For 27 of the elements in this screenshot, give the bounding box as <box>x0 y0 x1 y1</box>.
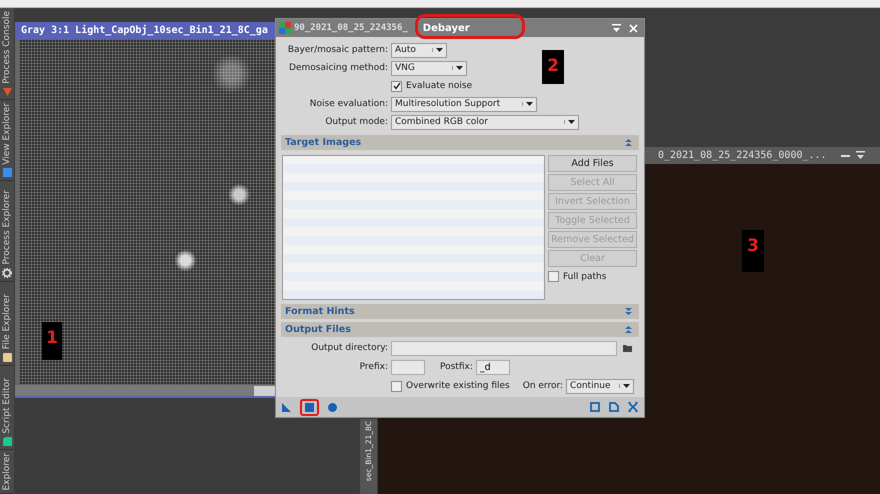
annotation-number: 2 <box>542 50 564 84</box>
annotation-number: 3 <box>742 230 764 272</box>
checkbox-label: Overwrite existing files <box>406 381 510 391</box>
field-label: Output directory: <box>310 343 388 353</box>
field-label: On error: <box>522 381 564 391</box>
annotation-number: 1 <box>42 322 62 360</box>
checkbox-label: Evaluate noise <box>406 81 472 91</box>
field-label: Demosaicing method: <box>288 63 388 73</box>
field-label: Bayer/mosaic pattern: <box>286 45 388 55</box>
field-label: Noise evaluation: <box>308 99 388 109</box>
section-title: Format Hints <box>285 306 355 317</box>
sidebar-tab-label: Explorer <box>2 452 12 490</box>
field-label: Postfix: <box>440 362 473 372</box>
field-label: Output mode: <box>324 117 388 127</box>
checkbox-label: Full paths <box>563 272 606 282</box>
dialog-title: Debayer <box>422 22 470 34</box>
background-window-title: 90_2021_08_25_224356_ <box>294 23 408 33</box>
sidebar-tab-label: View Explorer <box>2 103 12 165</box>
section-title: Output Files <box>285 324 351 335</box>
field-label: Prefix: <box>358 362 388 372</box>
sidebar-tab-label: File Explorer <box>2 294 12 350</box>
section-title: Target Images <box>285 137 362 148</box>
sidebar-tab-label: Script Editor <box>2 378 12 434</box>
window-title: Gray 3:1 Light_CapObj_10sec_Bin1_21_8C_ga <box>21 25 268 36</box>
window-title: 0_2021_08_25_224356_0000_... <box>658 150 827 161</box>
sidebar-tab-label: Process Explorer <box>2 190 12 265</box>
sidebar-tab-label: Process Console <box>2 11 12 84</box>
